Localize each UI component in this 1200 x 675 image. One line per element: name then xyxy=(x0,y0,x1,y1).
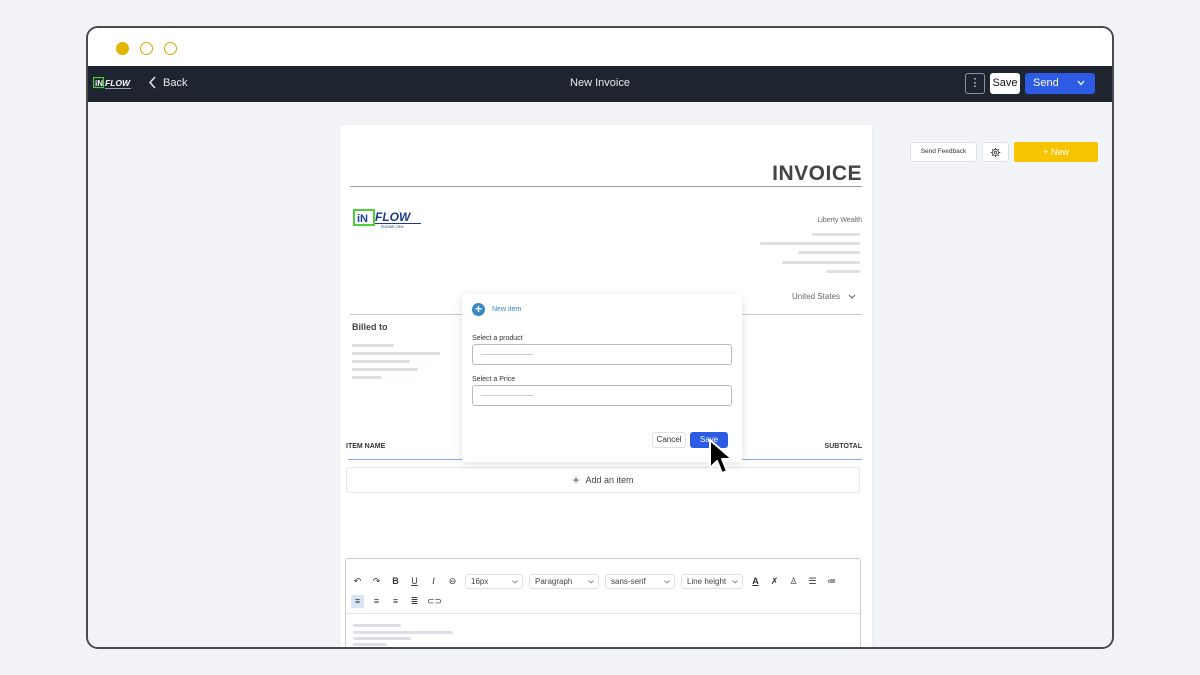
clear-format-icon[interactable]: ✗ xyxy=(768,575,781,588)
placeholder-line xyxy=(481,354,533,355)
chevron-down-icon[interactable] xyxy=(1077,80,1085,86)
price-input[interactable] xyxy=(472,385,732,406)
price-label: Select a Price xyxy=(472,376,516,383)
product-label: Select a product xyxy=(472,335,523,342)
editor-text-line xyxy=(353,624,401,627)
chevron-down-icon xyxy=(512,580,518,584)
link-icon[interactable]: ⊂⊃ xyxy=(427,595,442,608)
address-line xyxy=(826,270,860,273)
address-line xyxy=(798,251,860,254)
window-titlebar xyxy=(88,28,1112,66)
more-options-button[interactable]: ⋮ xyxy=(965,73,985,94)
billing-line xyxy=(352,352,440,355)
chevron-down-icon xyxy=(664,580,670,584)
divider xyxy=(346,613,860,614)
invoice-title: INVOICE xyxy=(772,162,862,185)
window-minimize-dot[interactable] xyxy=(140,42,153,55)
dialog-cancel-button[interactable]: Cancel xyxy=(652,432,686,448)
billed-to-heading: Billed to xyxy=(352,322,388,332)
company-name: Liberty Wealth xyxy=(817,217,862,224)
editor-text-line xyxy=(353,643,387,646)
bold-icon[interactable]: B xyxy=(389,575,402,588)
save-button[interactable]: Save xyxy=(990,73,1020,94)
billing-line xyxy=(352,368,418,371)
dialog-header: + New item xyxy=(472,303,521,316)
new-item-dialog: + New item Select a product Select a Pri… xyxy=(462,294,742,462)
billing-line xyxy=(352,376,382,379)
svg-text:iN: iN xyxy=(357,213,368,225)
dialog-title: New item xyxy=(492,306,522,313)
block-type-value: Paragraph xyxy=(535,577,573,586)
font-family-value: sans-serif xyxy=(611,577,646,586)
settings-button[interactable] xyxy=(982,142,1009,162)
font-family-select[interactable]: sans-serif xyxy=(605,574,675,589)
editor-toolbar: ↶ ↷ B U I ⊖ 16px Paragraph sans-serif Li… xyxy=(351,574,838,589)
divider xyxy=(350,186,862,187)
address-line xyxy=(782,261,860,264)
chevron-down-icon xyxy=(732,580,738,584)
address-line xyxy=(812,233,860,236)
font-size-select[interactable]: 16px xyxy=(465,574,523,589)
editor-text-line xyxy=(353,637,411,640)
billing-line xyxy=(352,360,410,363)
gear-icon xyxy=(990,147,1001,157)
send-label: Send xyxy=(1033,77,1059,89)
rich-text-editor[interactable]: ↶ ↷ B U I ⊖ 16px Paragraph sans-serif Li… xyxy=(345,558,861,647)
window-close-dot[interactable] xyxy=(116,42,129,55)
text-color-icon[interactable]: A xyxy=(749,575,762,588)
add-item-button[interactable]: + Add an item xyxy=(346,467,860,493)
page-title: New Invoice xyxy=(570,77,630,89)
add-item-label: Add an item xyxy=(585,475,634,485)
svg-text:FLOW: FLOW xyxy=(375,210,412,224)
address-line xyxy=(760,242,860,245)
browser-window: iN FLOW Back New Invoice ⋮ Save Send INV… xyxy=(86,26,1114,649)
plus-circle-icon: + xyxy=(472,303,485,316)
align-center-icon[interactable]: ≡ xyxy=(370,595,383,608)
strikethrough-icon[interactable]: ⊖ xyxy=(446,575,459,588)
new-button[interactable]: + New xyxy=(1014,142,1098,162)
editor-text-line xyxy=(353,631,453,634)
chevron-down-icon xyxy=(848,294,856,299)
placeholder-line xyxy=(481,395,533,396)
window-maximize-dot[interactable] xyxy=(164,42,177,55)
plus-icon: + xyxy=(572,473,580,487)
column-header-subtotal: SUBTOTAL xyxy=(824,443,862,450)
send-feedback-button[interactable]: Send Feedback xyxy=(910,142,977,162)
italic-icon[interactable]: I xyxy=(427,575,440,588)
product-input[interactable] xyxy=(472,344,732,365)
line-height-value: Line height xyxy=(687,577,727,586)
block-type-select[interactable]: Paragraph xyxy=(529,574,599,589)
editor-toolbar-row-2: ≡ ≡ ≡ ≣ ⊂⊃ xyxy=(351,595,442,608)
font-size-value: 16px xyxy=(471,577,489,586)
underline-icon[interactable]: U xyxy=(408,575,421,588)
chevron-down-icon xyxy=(588,580,594,584)
company-logo-icon[interactable]: iN FLOW ENGINE CRM xyxy=(353,209,423,229)
line-height-select[interactable]: Line height xyxy=(681,574,743,589)
redo-icon[interactable]: ↷ xyxy=(370,575,383,588)
undo-icon[interactable]: ↶ xyxy=(351,575,364,588)
numbered-list-icon[interactable]: ≔ xyxy=(825,575,838,588)
mouse-pointer-icon xyxy=(709,439,733,474)
app-header: iN FLOW Back New Invoice ⋮ Save Send xyxy=(88,66,1112,102)
align-justify-icon[interactable]: ≣ xyxy=(408,595,421,608)
bullet-list-icon[interactable]: ☰ xyxy=(806,575,819,588)
align-right-icon[interactable]: ≡ xyxy=(389,595,402,608)
highlight-icon[interactable]: ♙ xyxy=(787,575,800,588)
align-left-icon[interactable]: ≡ xyxy=(351,595,364,608)
country-select[interactable]: United States xyxy=(792,292,856,301)
billing-line xyxy=(352,344,394,347)
country-label: United States xyxy=(791,292,840,301)
column-header-item-name: ITEM NAME xyxy=(346,443,386,450)
send-button[interactable]: Send xyxy=(1025,73,1095,94)
svg-text:ENGINE CRM: ENGINE CRM xyxy=(381,225,403,229)
main-content: INVOICE iN FLOW ENGINE CRM Liberty Wealt… xyxy=(88,102,1112,647)
